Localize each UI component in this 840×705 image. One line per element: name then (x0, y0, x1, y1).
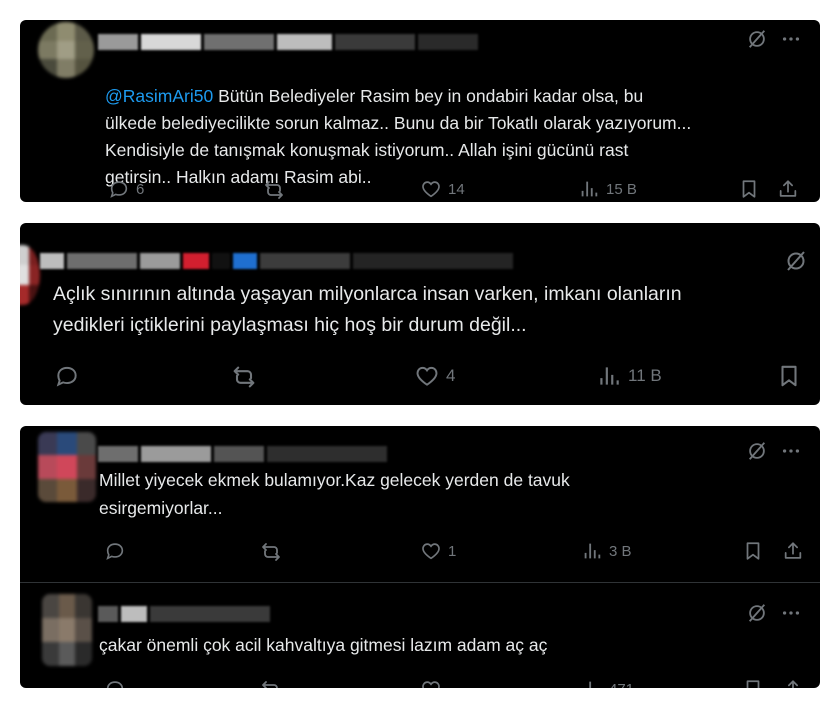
mention-link[interactable]: @RasimAri50 (105, 86, 213, 106)
bookmark-icon (742, 678, 764, 688)
bookmark-button[interactable] (742, 540, 764, 562)
bookmark-icon (738, 178, 760, 200)
grok-icon[interactable] (784, 249, 808, 273)
post-actions: 6 14 15 B (20, 178, 820, 202)
post-card-3: Millet yiyecek ekmek bulamıyor.Kaz gelec… (20, 426, 820, 688)
post-divider (20, 582, 820, 583)
share-icon (782, 678, 804, 688)
reply-icon (104, 540, 126, 562)
repost-icon (259, 678, 283, 688)
post-card-2: Açlık sınırının altında yaşayan milyonla… (20, 223, 820, 405)
reply-button[interactable] (54, 363, 80, 389)
heart-icon (414, 363, 440, 389)
share-button[interactable] (777, 178, 799, 200)
grok-icon[interactable] (746, 602, 768, 624)
avatar[interactable] (20, 245, 40, 305)
post-actions: 4 11 B (20, 363, 820, 387)
repost-button[interactable] (259, 540, 283, 564)
heart-icon (420, 678, 442, 688)
bookmark-button[interactable] (742, 678, 764, 688)
avatar[interactable] (42, 594, 92, 666)
bookmark-icon (742, 540, 764, 562)
view-count: 471 (609, 681, 634, 689)
views-icon (596, 363, 622, 389)
views-button[interactable]: 11 B (596, 363, 662, 389)
like-count: 1 (448, 542, 457, 560)
reply-icon (108, 178, 130, 200)
more-icon[interactable] (780, 440, 802, 462)
reply-count: 6 (136, 180, 145, 198)
views-icon (578, 178, 600, 200)
like-count: 14 (448, 180, 465, 198)
like-button[interactable]: 14 (420, 178, 465, 200)
repost-icon (230, 363, 258, 391)
avatar[interactable] (38, 432, 96, 502)
views-icon (581, 678, 603, 688)
reply-button[interactable]: 6 (108, 178, 144, 200)
repost-button[interactable] (230, 363, 258, 391)
avatar[interactable] (38, 22, 94, 78)
reply-button[interactable] (104, 540, 126, 562)
repost-icon (262, 178, 286, 202)
post-header-icons (746, 602, 802, 624)
bookmark-icon (776, 363, 802, 389)
post-header-icons (746, 440, 802, 462)
share-icon (782, 540, 804, 562)
post-actions: 1 3 B (20, 540, 820, 564)
bookmark-button[interactable] (776, 363, 802, 389)
view-count: 15 B (606, 180, 637, 198)
reply-icon (54, 363, 80, 389)
post-text: çakar önemli çok acil kahvaltıya gitmesi… (99, 635, 548, 655)
username-redacted[interactable] (98, 606, 270, 622)
heart-icon (420, 178, 442, 200)
post-text: Millet yiyecek ekmek bulamıyor.Kaz gelec… (99, 470, 570, 518)
repost-button[interactable] (262, 178, 286, 202)
reply-icon (104, 678, 126, 688)
heart-icon (420, 540, 442, 562)
bookmark-button[interactable] (738, 178, 760, 200)
grok-icon[interactable] (746, 440, 768, 462)
like-button[interactable]: 1 (420, 540, 456, 562)
view-count: 3 B (609, 542, 632, 560)
like-count: 4 (446, 366, 456, 385)
post-text: Açlık sınırının altında yaşayan milyonla… (53, 283, 682, 336)
more-icon[interactable] (780, 602, 802, 624)
post-actions: 471 (20, 678, 820, 688)
repost-button[interactable] (259, 678, 283, 688)
reply-button[interactable] (104, 678, 126, 688)
more-icon[interactable] (780, 28, 802, 50)
like-button[interactable] (420, 678, 442, 688)
share-button[interactable] (782, 678, 804, 688)
grok-icon[interactable] (746, 28, 768, 50)
share-button[interactable] (782, 540, 804, 562)
username-redacted[interactable] (98, 446, 387, 462)
post-text: @RasimAri50 Bütün Belediyeler Rasim bey … (105, 86, 692, 187)
username-redacted[interactable] (98, 34, 478, 50)
share-icon (777, 178, 799, 200)
post-card-1: @RasimAri50 Bütün Belediyeler Rasim bey … (20, 20, 820, 202)
views-button[interactable]: 471 (581, 678, 634, 688)
views-button[interactable]: 15 B (578, 178, 637, 200)
like-button[interactable]: 4 (414, 363, 455, 389)
view-count: 11 B (628, 366, 662, 385)
username-redacted[interactable] (40, 253, 513, 269)
post-header-icons (746, 28, 802, 50)
views-button[interactable]: 3 B (581, 540, 632, 562)
post-header-icons (784, 249, 808, 273)
views-icon (581, 540, 603, 562)
repost-icon (259, 540, 283, 564)
